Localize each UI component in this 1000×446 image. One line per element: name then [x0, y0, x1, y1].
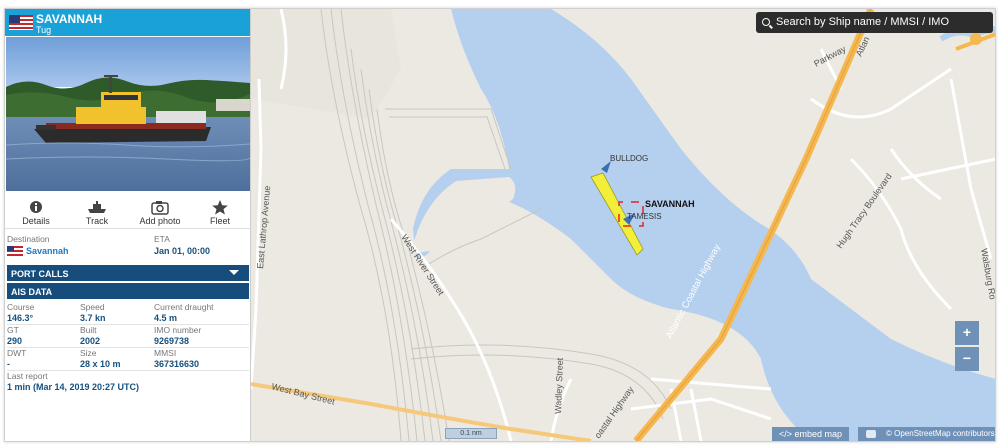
vessel-type: Tug	[36, 25, 52, 35]
details-label: Details	[22, 216, 50, 226]
eta-value: Jan 01, 00:00	[154, 246, 211, 256]
mmsi-value: 367316630	[154, 359, 200, 369]
size-label: Size	[80, 348, 97, 358]
dwt-value: -	[7, 359, 10, 369]
camera-icon	[151, 201, 169, 215]
zoom-out-button[interactable]: −	[955, 347, 979, 371]
map-view[interactable]: Parkway Atlan East Lathrop Avenue West R…	[251, 9, 995, 441]
draught-label: Current draught	[154, 302, 214, 312]
ship-track-icon	[88, 201, 106, 213]
tug-photo-image	[6, 37, 250, 191]
ship-label-tamesis: TAMESIS	[627, 212, 662, 221]
layers-icon	[866, 430, 876, 438]
ship-label-bulldog: BULLDOG	[610, 154, 648, 163]
imo-value: 9269738	[154, 336, 190, 346]
destination-value[interactable]: Savannah	[26, 246, 69, 256]
ais-data-title: AIS DATA	[11, 287, 53, 297]
track-button[interactable]: Track	[68, 193, 126, 227]
fleet-label: Fleet	[209, 216, 230, 226]
app-frame: SAVANNAH Tug Details Track Add photo Fle…	[4, 8, 996, 442]
draught-value: 4.5 m	[154, 313, 178, 323]
dwt-label: DWT	[7, 348, 27, 358]
size-value: 28 x 10 m	[80, 359, 121, 369]
details-button[interactable]: Details	[7, 193, 65, 227]
destination-label: Destination	[7, 234, 50, 244]
vessel-name: SAVANNAH	[36, 12, 103, 26]
port-calls-header[interactable]: PORT CALLS	[7, 265, 249, 281]
vessel-info-panel: SAVANNAH Tug Details Track Add photo Fle…	[5, 9, 251, 441]
last-report-label: Last report	[7, 371, 48, 381]
track-label: Track	[85, 216, 109, 226]
map-canvas: Parkway Atlan East Lathrop Avenue West R…	[251, 9, 995, 441]
built-label: Built	[80, 325, 97, 335]
eta-label: ETA	[154, 234, 170, 244]
destination-flag-icon	[7, 246, 23, 256]
zoom-in-button[interactable]: +	[955, 321, 979, 345]
us-flag-icon	[9, 15, 33, 30]
imo-label: IMO number	[154, 325, 202, 335]
fleet-button[interactable]: Fleet	[191, 193, 249, 227]
vessel-actions: Details Track Add photo Fleet	[5, 193, 251, 229]
last-report-value: 1 min (Mar 14, 2019 20:27 UTC)	[7, 382, 140, 392]
street-label-wadley: Wadley Street	[553, 357, 565, 414]
port-calls-title: PORT CALLS	[11, 269, 69, 279]
add-photo-button[interactable]: Add photo	[131, 193, 189, 227]
embed-map-button[interactable]: </> embed map	[772, 427, 849, 441]
divider	[7, 347, 249, 348]
ship-search-input[interactable]: Search by Ship name / MMSI / IMO	[756, 12, 993, 33]
ais-data-header[interactable]: AIS DATA	[7, 283, 249, 299]
add-photo-label: Add photo	[139, 216, 181, 226]
star-icon	[212, 200, 228, 215]
speed-value: 3.7 kn	[80, 313, 106, 323]
gt-label: GT	[7, 325, 19, 335]
built-value: 2002	[80, 336, 101, 346]
mmsi-label: MMSI	[154, 348, 177, 358]
vessel-photo[interactable]	[6, 37, 250, 191]
search-placeholder: Search by Ship name / MMSI / IMO	[776, 16, 950, 28]
search-icon	[762, 18, 770, 26]
vessel-header: SAVANNAH Tug	[5, 9, 250, 36]
info-icon	[30, 201, 42, 213]
ship-label-savannah: SAVANNAH	[645, 199, 695, 209]
speed-label: Speed	[80, 302, 105, 312]
divider	[7, 324, 249, 325]
course-label: Course	[7, 302, 35, 312]
map-attribution[interactable]: © OpenStreetMap contributors	[858, 427, 995, 441]
attribution-text: © OpenStreetMap contributors	[886, 429, 995, 438]
chevron-down-icon	[229, 270, 239, 275]
gt-value: 290	[7, 336, 23, 346]
course-value: 146.3°	[7, 313, 34, 323]
map-scale: 0.1 nm	[445, 428, 497, 439]
